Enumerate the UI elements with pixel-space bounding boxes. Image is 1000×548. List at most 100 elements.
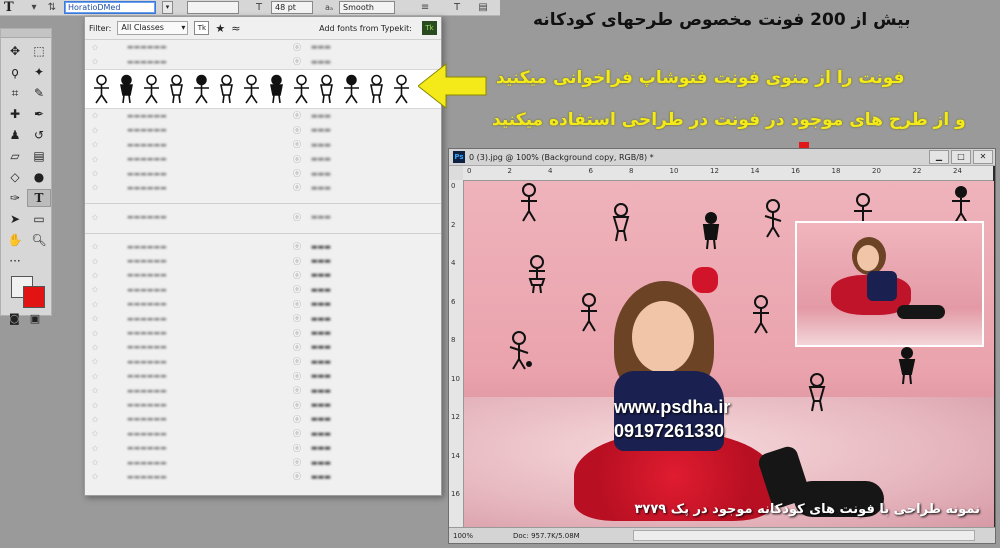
history-brush-icon[interactable]: ↺: [27, 126, 51, 144]
favorite-star-icon[interactable]: ✩: [85, 57, 105, 66]
brush-tool-icon[interactable]: ✒: [27, 105, 51, 123]
clone-stamp-icon[interactable]: ♟: [3, 126, 27, 144]
font-style-field[interactable]: [187, 1, 239, 14]
zoom-level[interactable]: 100%: [449, 532, 493, 540]
close-button[interactable]: ✕: [973, 150, 993, 164]
favorite-star-icon[interactable]: ✩: [85, 285, 105, 294]
horizontal-scrollbar[interactable]: [633, 530, 975, 541]
font-family-field[interactable]: HoratioDMed: [64, 1, 156, 14]
text-orientation-icon[interactable]: ⇅: [46, 2, 58, 13]
font-list-row[interactable]: ✩ ▬▬▬▬▬▬ ⓞ ▬▬▬: [85, 455, 441, 469]
font-list-row[interactable]: ✩ ▬▬▬▬▬▬ ⓞ ▬▬▬: [85, 427, 441, 441]
type-tool-icon[interactable]: T: [27, 189, 51, 207]
zoom-tool-icon[interactable]: 🔍︎: [27, 231, 51, 249]
favorite-star-icon[interactable]: ✩: [85, 386, 105, 395]
font-list-row[interactable]: ✩ ▬▬▬▬▬▬ ⓞ ▬▬▬: [85, 283, 441, 297]
favorite-star-icon[interactable]: ✩: [85, 472, 105, 481]
type-tool-icon[interactable]: T: [4, 0, 22, 15]
font-list-row[interactable]: ✩ ▬▬▬▬▬▬ ⓞ ▬▬▬: [85, 152, 441, 166]
font-list-row-highlighted[interactable]: [85, 68, 441, 109]
lasso-tool-icon[interactable]: ϙ: [3, 63, 27, 81]
healing-brush-icon[interactable]: ✚: [3, 105, 27, 123]
warp-text-icon[interactable]: T: [451, 2, 463, 13]
favorite-star-icon[interactable]: ✩: [85, 429, 105, 438]
font-list-row[interactable]: ✩ ▬▬▬▬▬▬ ⓞ ▬▬▬: [85, 181, 441, 195]
font-list-row[interactable]: ✩ ▬▬▬▬▬▬ ⓞ ▬▬▬: [85, 240, 441, 254]
font-list-row[interactable]: ✩ ▬▬▬▬▬▬ ⓞ ▬▬▬: [85, 123, 441, 137]
character-panel-icon[interactable]: ▤: [477, 2, 489, 13]
favorite-star-icon[interactable]: ✩: [85, 43, 105, 52]
font-list-row[interactable]: ✩ ▬▬▬▬▬▬ ⓞ ▬▬▬: [85, 54, 441, 68]
favorite-star-icon[interactable]: ✩: [85, 458, 105, 467]
favorite-star-icon[interactable]: ✩: [85, 155, 105, 164]
more-tools-icon[interactable]: ···: [3, 252, 27, 270]
document-title-bar[interactable]: Ps 0 (3).jpg @ 100% (Background copy, RG…: [449, 149, 995, 166]
favorites-star-icon[interactable]: ★: [215, 22, 225, 35]
favorite-star-icon[interactable]: ✩: [85, 357, 105, 366]
vertical-ruler[interactable]: 024681012141618: [449, 180, 464, 528]
font-list-row[interactable]: ✩ ▬▬▬▬▬▬ ⓞ ▬▬▬: [85, 470, 441, 484]
favorite-star-icon[interactable]: ✩: [85, 111, 105, 120]
font-list-row[interactable]: ✩ ▬▬▬▬▬▬ ⓞ ▬▬▬: [85, 210, 441, 224]
font-list-row[interactable]: ✩ ▬▬▬▬▬▬ ⓞ ▬▬▬: [85, 297, 441, 311]
magic-wand-icon[interactable]: ✦: [27, 63, 51, 81]
similar-fonts-icon[interactable]: ≈: [231, 22, 240, 35]
hand-tool-icon[interactable]: ✋: [3, 231, 27, 249]
favorite-star-icon[interactable]: ✩: [85, 372, 105, 381]
gradient-tool-icon[interactable]: ▤: [27, 147, 51, 165]
eyedropper-icon[interactable]: ✎: [27, 84, 51, 102]
font-list-row[interactable]: ✩ ▬▬▬▬▬▬ ⓞ ▬▬▬: [85, 398, 441, 412]
pen-tool-icon[interactable]: ✑: [3, 189, 27, 207]
font-list-row[interactable]: ✩ ▬▬▬▬▬▬ ⓞ ▬▬▬: [85, 109, 441, 123]
doc-size-info[interactable]: Doc: 957.7K/5.08M: [513, 532, 580, 540]
font-list-row[interactable]: ✩ ▬▬▬▬▬▬ ⓞ ▬▬▬: [85, 383, 441, 397]
typekit-filter-button[interactable]: Tk: [194, 21, 210, 35]
favorite-star-icon[interactable]: ✩: [85, 242, 105, 251]
horizontal-ruler[interactable]: 0 2 4 6 8 10 12 14 16 18 20 22 24: [463, 166, 993, 181]
favorite-star-icon[interactable]: ✩: [85, 271, 105, 280]
font-list-row[interactable]: ✩ ▬▬▬▬▬▬ ⓞ ▬▬▬: [85, 412, 441, 426]
font-size-field[interactable]: 48 pt: [271, 1, 313, 14]
favorite-star-icon[interactable]: ✩: [85, 329, 105, 338]
favorite-star-icon[interactable]: ✩: [85, 257, 105, 266]
dodge-tool-icon[interactable]: ●: [27, 168, 51, 186]
canvas-photo[interactable]: www.psdha.ir 09197261330 نمونه طراحی با …: [464, 181, 994, 527]
favorite-star-icon[interactable]: ✩: [85, 343, 105, 352]
font-list-row[interactable]: ✩ ▬▬▬▬▬▬ ⓞ ▬▬▬: [85, 254, 441, 268]
crop-tool-icon[interactable]: ⌗: [3, 84, 27, 102]
font-list-row[interactable]: ✩ ▬▬▬▬▬▬ ⓞ ▬▬▬: [85, 340, 441, 354]
blur-tool-icon[interactable]: ◇: [3, 168, 27, 186]
favorite-star-icon[interactable]: ✩: [85, 213, 105, 222]
favorite-star-icon[interactable]: ✩: [85, 415, 105, 424]
font-list-row[interactable]: ✩ ▬▬▬▬▬▬ ⓞ ▬▬▬: [85, 441, 441, 455]
align-left-icon[interactable]: ≡: [419, 2, 431, 13]
move-tool-icon[interactable]: ✥: [3, 42, 27, 60]
chevron-down-icon[interactable]: ▾: [28, 2, 40, 13]
path-selection-icon[interactable]: ➤: [3, 210, 27, 228]
maximize-button[interactable]: □: [951, 150, 971, 164]
font-list-row[interactable]: ✩ ▬▬▬▬▬▬ ⓞ ▬▬▬: [85, 138, 441, 152]
favorite-star-icon[interactable]: ✩: [85, 300, 105, 309]
background-color-swatch[interactable]: [23, 286, 45, 308]
font-list-row[interactable]: ✩ ▬▬▬▬▬▬ ⓞ ▬▬▬: [85, 326, 441, 340]
favorite-star-icon[interactable]: ✩: [85, 401, 105, 410]
screen-mode-icon[interactable]: ▣: [30, 312, 40, 325]
typekit-button[interactable]: Tk: [422, 21, 437, 35]
rectangle-tool-icon[interactable]: ▭: [27, 210, 51, 228]
font-list-row[interactable]: ✩ ▬▬▬▬▬▬ ⓞ ▬▬▬: [85, 369, 441, 383]
favorite-star-icon[interactable]: ✩: [85, 183, 105, 192]
favorite-star-icon[interactable]: ✩: [85, 444, 105, 453]
favorite-star-icon[interactable]: ✩: [85, 126, 105, 135]
font-list-row[interactable]: ✩ ▬▬▬▬▬▬ ⓞ ▬▬▬: [85, 40, 441, 54]
favorite-star-icon[interactable]: ✩: [85, 314, 105, 323]
marquee-tool-icon[interactable]: ⬚: [27, 42, 51, 60]
favorite-star-icon[interactable]: ✩: [85, 169, 105, 178]
font-family-dropdown[interactable]: ▾: [162, 1, 173, 14]
filter-classes-dropdown[interactable]: All Classes: [117, 21, 189, 35]
antialias-field[interactable]: Smooth: [339, 1, 396, 14]
font-list-row[interactable]: ✩ ▬▬▬▬▬▬ ⓞ ▬▬▬: [85, 355, 441, 369]
panel-grip[interactable]: [1, 29, 51, 38]
eraser-tool-icon[interactable]: ▱: [3, 147, 27, 165]
font-list-row[interactable]: ✩ ▬▬▬▬▬▬ ⓞ ▬▬▬: [85, 268, 441, 282]
quick-mask-icon[interactable]: ◙: [9, 312, 20, 325]
